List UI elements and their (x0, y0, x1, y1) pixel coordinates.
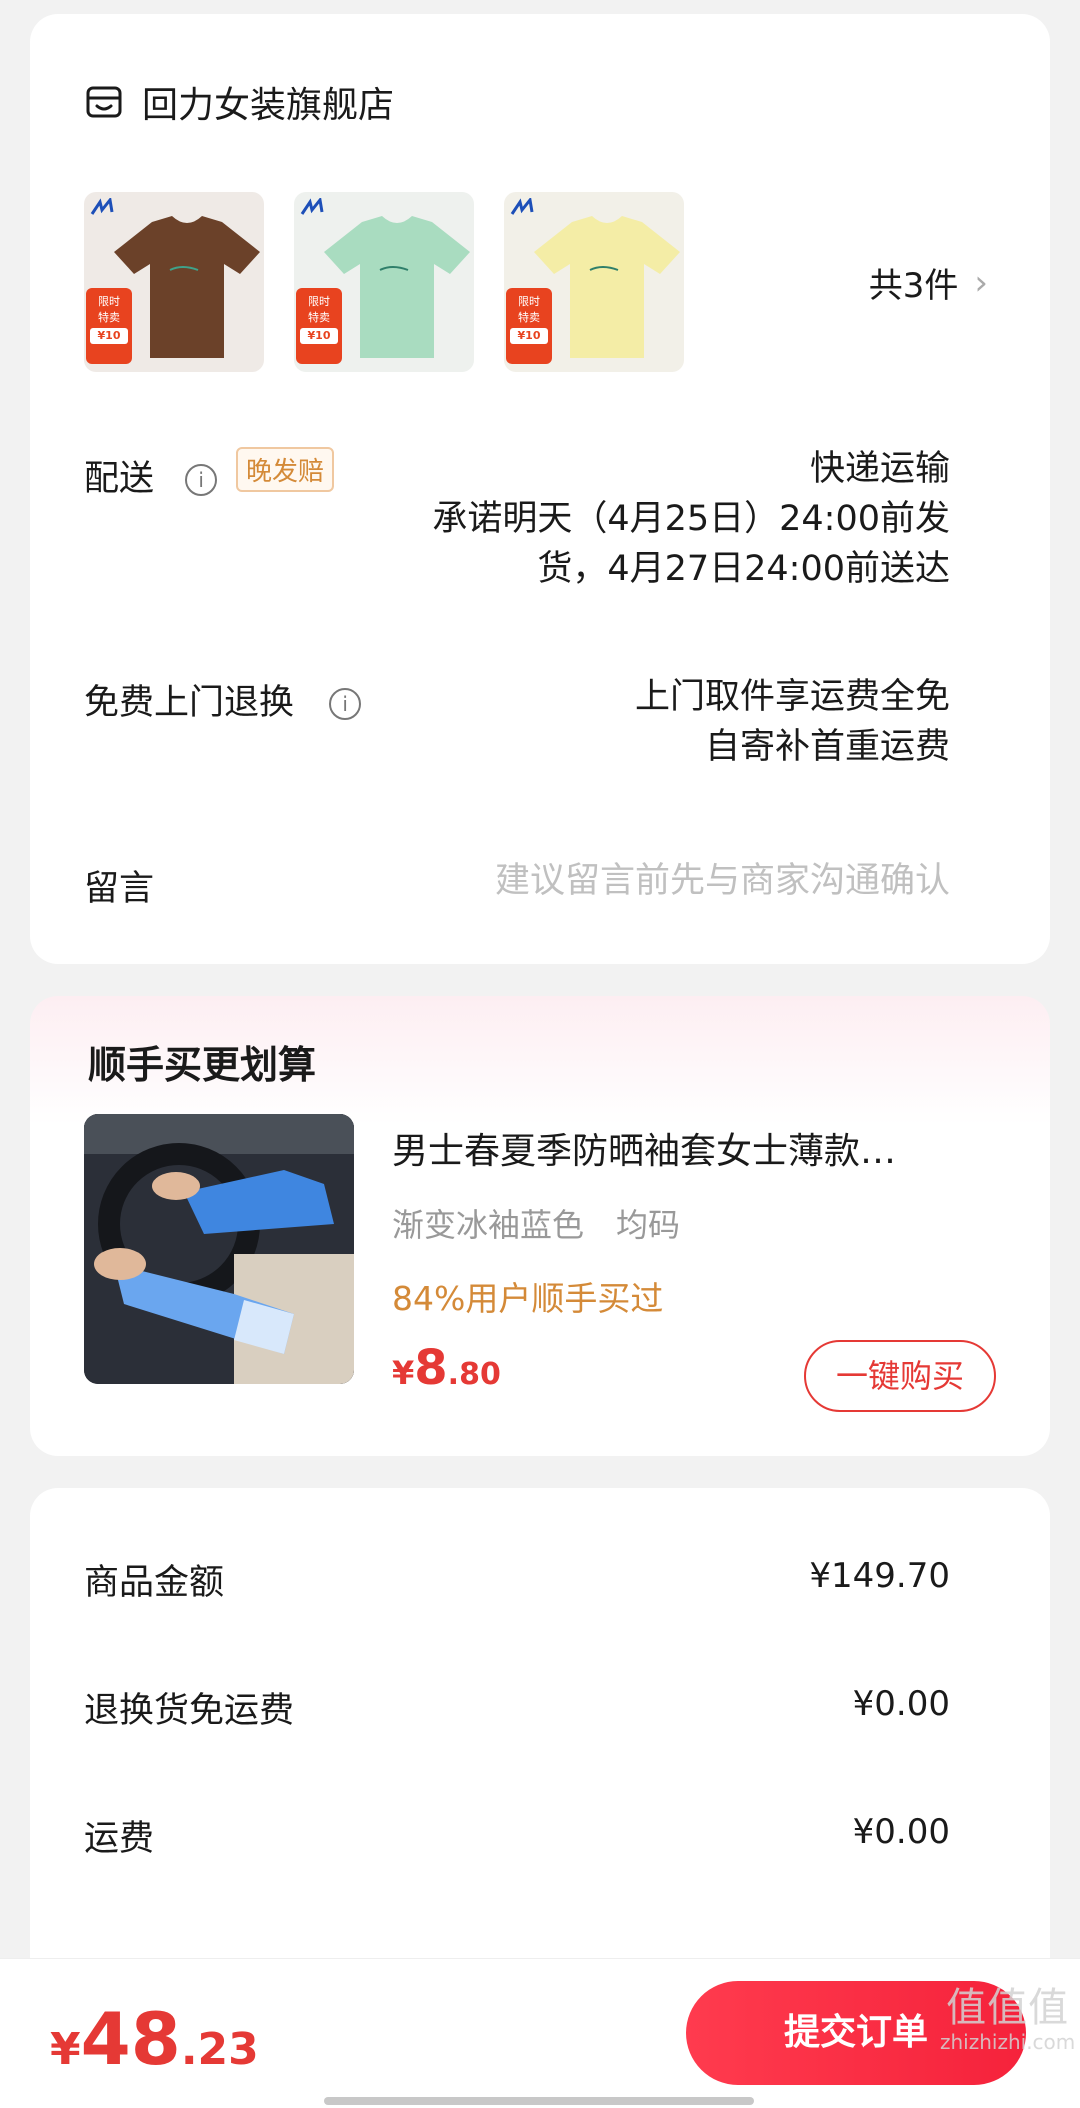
message-label: 留言 (84, 869, 155, 909)
delivery-promise: 承诺明天（4月25日）24:00前发 (432, 499, 950, 539)
promo-text: 限时 (308, 295, 330, 308)
recommended-product-spec: 渐变冰袖蓝色 均码 (392, 1206, 681, 1244)
home-indicator[interactable] (324, 2097, 754, 2105)
product-image[interactable] (84, 1114, 354, 1384)
social-proof-text: 84%用户顺手买过 (392, 1279, 664, 1318)
item-count-link[interactable]: 共3件 › (869, 258, 988, 307)
recommended-product-name[interactable]: 男士春夏季防晒袖套女士薄款… (392, 1122, 992, 1174)
return-shipping-value: ¥0.00 (852, 1684, 950, 1724)
message-input[interactable]: 建议留言前先与商家沟通确认 (495, 856, 950, 906)
watermark-logo: 值值值 (946, 1985, 1070, 2031)
recommended-product-price: ¥8.80 (392, 1340, 501, 1396)
tshirt-image (324, 216, 470, 358)
tshirt-image (534, 216, 680, 358)
return-details: 上门取件享运费全免 自寄补首重运费 (635, 672, 950, 772)
one-click-buy-button[interactable]: 一键购买 (804, 1340, 996, 1412)
total-decimal: .23 (180, 2024, 259, 2075)
delivery-row: 配送 i (84, 450, 218, 501)
price-decimal: .80 (447, 1357, 501, 1392)
product-thumbnail[interactable]: 限时 特卖 ¥10 (84, 192, 264, 372)
return-pickup-text: 上门取件享运费全免 (634, 677, 950, 717)
return-self-ship-text: 自寄补首重运费 (704, 727, 950, 767)
late-compensation-tag: 晚发赔 (236, 447, 335, 492)
promo-price: ¥10 (300, 328, 338, 344)
shipping-fee-label: 运费 (84, 1819, 155, 1859)
product-thumbnail[interactable]: 限时 特卖 ¥10 (504, 192, 684, 372)
promo-text: 限时 (98, 295, 120, 308)
promo-badge: 限时 特卖 ¥10 (506, 288, 552, 364)
info-icon[interactable]: i (329, 688, 362, 720)
return-shipping-label: 退换货免运费 (84, 1691, 295, 1731)
arm-sleeve-image (84, 1114, 354, 1384)
order-total: ¥48.23 (50, 1997, 259, 2081)
store-icon (86, 86, 122, 118)
promo-price: ¥10 (90, 328, 128, 344)
promo-text: 特卖 (308, 311, 330, 324)
goods-amount-value: ¥149.70 (809, 1556, 950, 1596)
product-thumbnail[interactable]: 限时 特卖 ¥10 (294, 192, 474, 372)
brand-logo-icon (90, 198, 114, 215)
tshirt-image (114, 216, 260, 358)
promo-price: ¥10 (510, 328, 548, 344)
watermark-url: zhizhizhi.com (940, 2030, 1076, 2054)
delivery-label: 配送 (84, 459, 155, 499)
checkout-bar: ¥48.23 提交订单 值值值 zhizhizhi.com (0, 1958, 1080, 2108)
brand-logo-icon (510, 198, 534, 215)
promo-text: 特卖 (98, 311, 120, 324)
promo-text: 限时 (518, 295, 540, 308)
return-row: 免费上门退换 i (84, 674, 362, 725)
brand-logo-icon (300, 198, 324, 215)
promo-text: 特卖 (518, 311, 540, 324)
total-integer: 48 (80, 1997, 181, 2081)
item-count: 共3件 (868, 266, 959, 306)
recommendation-card: 顺手买更划算 男士春夏季防晒袖套女士薄款… 渐变冰袖蓝色 均码 84%用户顺手买… (30, 996, 1050, 1456)
return-label: 免费上门退换 (84, 683, 295, 723)
price-integer: 8 (414, 1340, 448, 1396)
delivery-details[interactable]: 快递运输 承诺明天（4月25日）24:00前发 货，4月27日24:00前送达 (432, 444, 950, 594)
promo-badge: 限时 特卖 ¥10 (296, 288, 342, 364)
promo-badge: 限时 特卖 ¥10 (86, 288, 132, 364)
watermark: 值值值 zhizhizhi.com (940, 1985, 1075, 2053)
currency-symbol: ¥ (392, 1354, 415, 1392)
chevron-right-icon: › (974, 262, 988, 303)
goods-amount-label: 商品金额 (84, 1563, 225, 1603)
recommendation-title: 顺手买更划算 (88, 1043, 317, 1087)
shipping-fee-value: ¥0.00 (852, 1812, 950, 1852)
store-header[interactable]: 回力女装旗舰店 (84, 76, 394, 128)
delivery-method: 快递运输 (809, 449, 950, 489)
store-card: 回力女装旗舰店 限时 特卖 ¥10 限时 特卖 ¥10 限时 特卖 ¥10 共3… (30, 14, 1050, 964)
store-name: 回力女装旗舰店 (142, 85, 395, 126)
info-icon[interactable]: i (185, 464, 218, 496)
delivery-promise: 货，4月27日24:00前送达 (537, 549, 950, 589)
currency-symbol: ¥ (50, 2024, 81, 2075)
